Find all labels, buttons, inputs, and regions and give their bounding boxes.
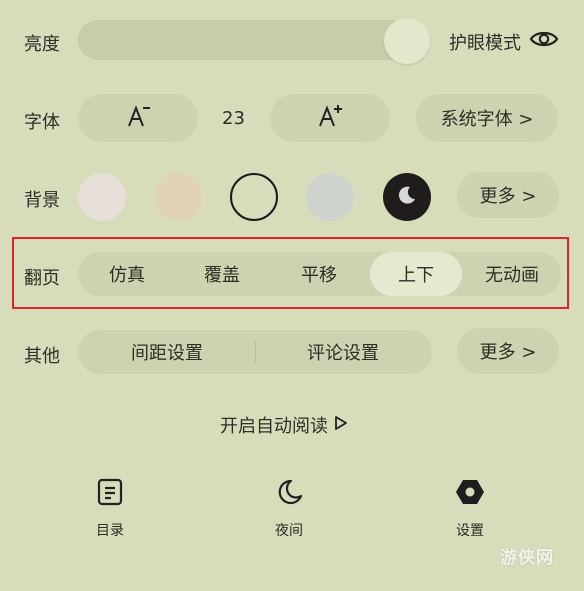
page-turn-option-cover[interactable]: 覆盖 bbox=[176, 252, 268, 296]
background-swatch-dark[interactable] bbox=[383, 173, 431, 221]
spacing-settings-button[interactable]: 间距设置 bbox=[80, 330, 254, 374]
catalog-icon bbox=[97, 478, 123, 510]
page-turn-option-simulation[interactable]: 仿真 bbox=[82, 252, 172, 296]
moon-icon bbox=[396, 184, 418, 210]
eye-icon bbox=[529, 28, 559, 55]
brightness-label: 亮度 bbox=[24, 34, 60, 55]
watermark-logo: 游侠网 bbox=[500, 548, 554, 568]
background-more-button[interactable]: 更多 > bbox=[457, 172, 559, 218]
font-decrease-icon bbox=[125, 104, 151, 133]
page-turn-option-slide[interactable]: 平移 bbox=[273, 252, 365, 296]
other-more-button[interactable]: 更多 > bbox=[457, 328, 559, 374]
tab-night[interactable]: 夜间 bbox=[274, 478, 304, 540]
background-label: 背景 bbox=[24, 190, 60, 211]
background-swatch-gray-blue[interactable] bbox=[306, 173, 354, 221]
eye-mode-button[interactable]: 护眼模式 bbox=[449, 28, 559, 55]
system-font-button[interactable]: 系统字体 > bbox=[416, 94, 558, 142]
font-increase-icon bbox=[316, 104, 344, 133]
moon-icon bbox=[274, 478, 304, 510]
auto-read-label: 开启自动阅读 bbox=[220, 416, 328, 437]
font-label: 字体 bbox=[24, 112, 60, 133]
page-turn-option-none[interactable]: 无动画 bbox=[466, 252, 558, 296]
tab-settings-label: 设置 bbox=[456, 523, 484, 539]
brightness-slider[interactable] bbox=[78, 20, 430, 60]
play-icon bbox=[334, 415, 348, 436]
background-swatch-green-selected[interactable] bbox=[230, 173, 278, 221]
font-decrease-button[interactable] bbox=[78, 94, 198, 142]
tab-settings[interactable]: 设置 bbox=[455, 478, 485, 540]
background-swatch-beige[interactable] bbox=[154, 173, 202, 221]
font-size-value: 23 bbox=[222, 108, 245, 129]
tab-night-label: 夜间 bbox=[275, 523, 303, 539]
brightness-slider-thumb[interactable] bbox=[384, 18, 430, 64]
auto-read-button[interactable]: 开启自动阅读 bbox=[220, 412, 348, 438]
page-turn-option-vertical[interactable]: 上下 bbox=[370, 252, 462, 296]
eye-mode-label: 护眼模式 bbox=[449, 32, 521, 54]
background-swatch-light-pink[interactable] bbox=[78, 173, 126, 221]
other-label: 其他 bbox=[24, 346, 60, 367]
font-increase-button[interactable] bbox=[270, 94, 390, 142]
page-turn-label: 翻页 bbox=[24, 268, 60, 289]
settings-icon bbox=[455, 478, 485, 510]
tab-catalog[interactable]: 目录 bbox=[96, 478, 124, 540]
tab-catalog-label: 目录 bbox=[96, 523, 124, 539]
comment-settings-button[interactable]: 评论设置 bbox=[256, 330, 430, 374]
